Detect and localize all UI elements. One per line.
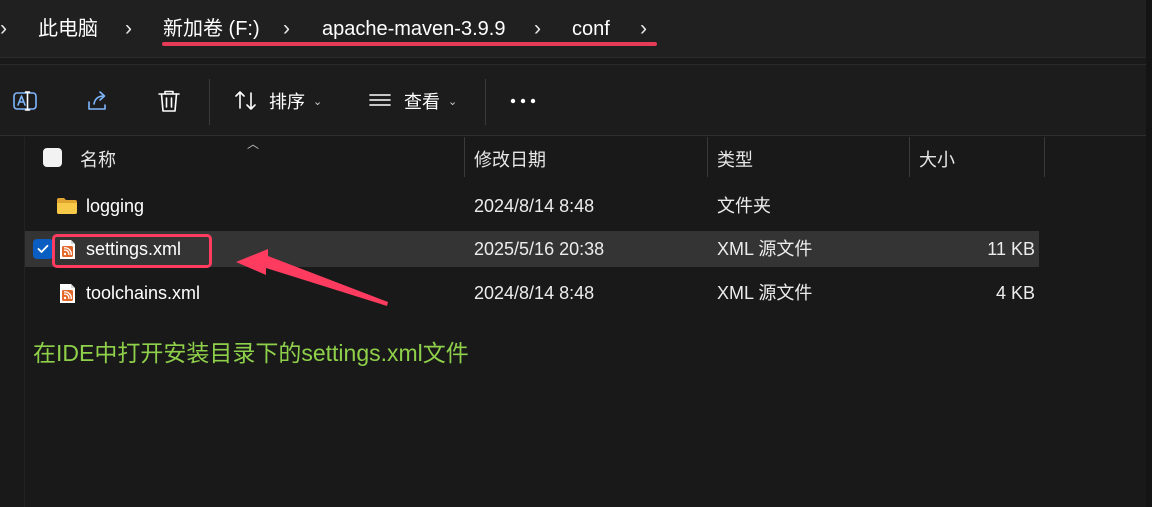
annotation-arrow-icon bbox=[236, 249, 388, 306]
annotation-caption: 在IDE中打开安装目录下的settings.xml文件 bbox=[33, 340, 469, 366]
